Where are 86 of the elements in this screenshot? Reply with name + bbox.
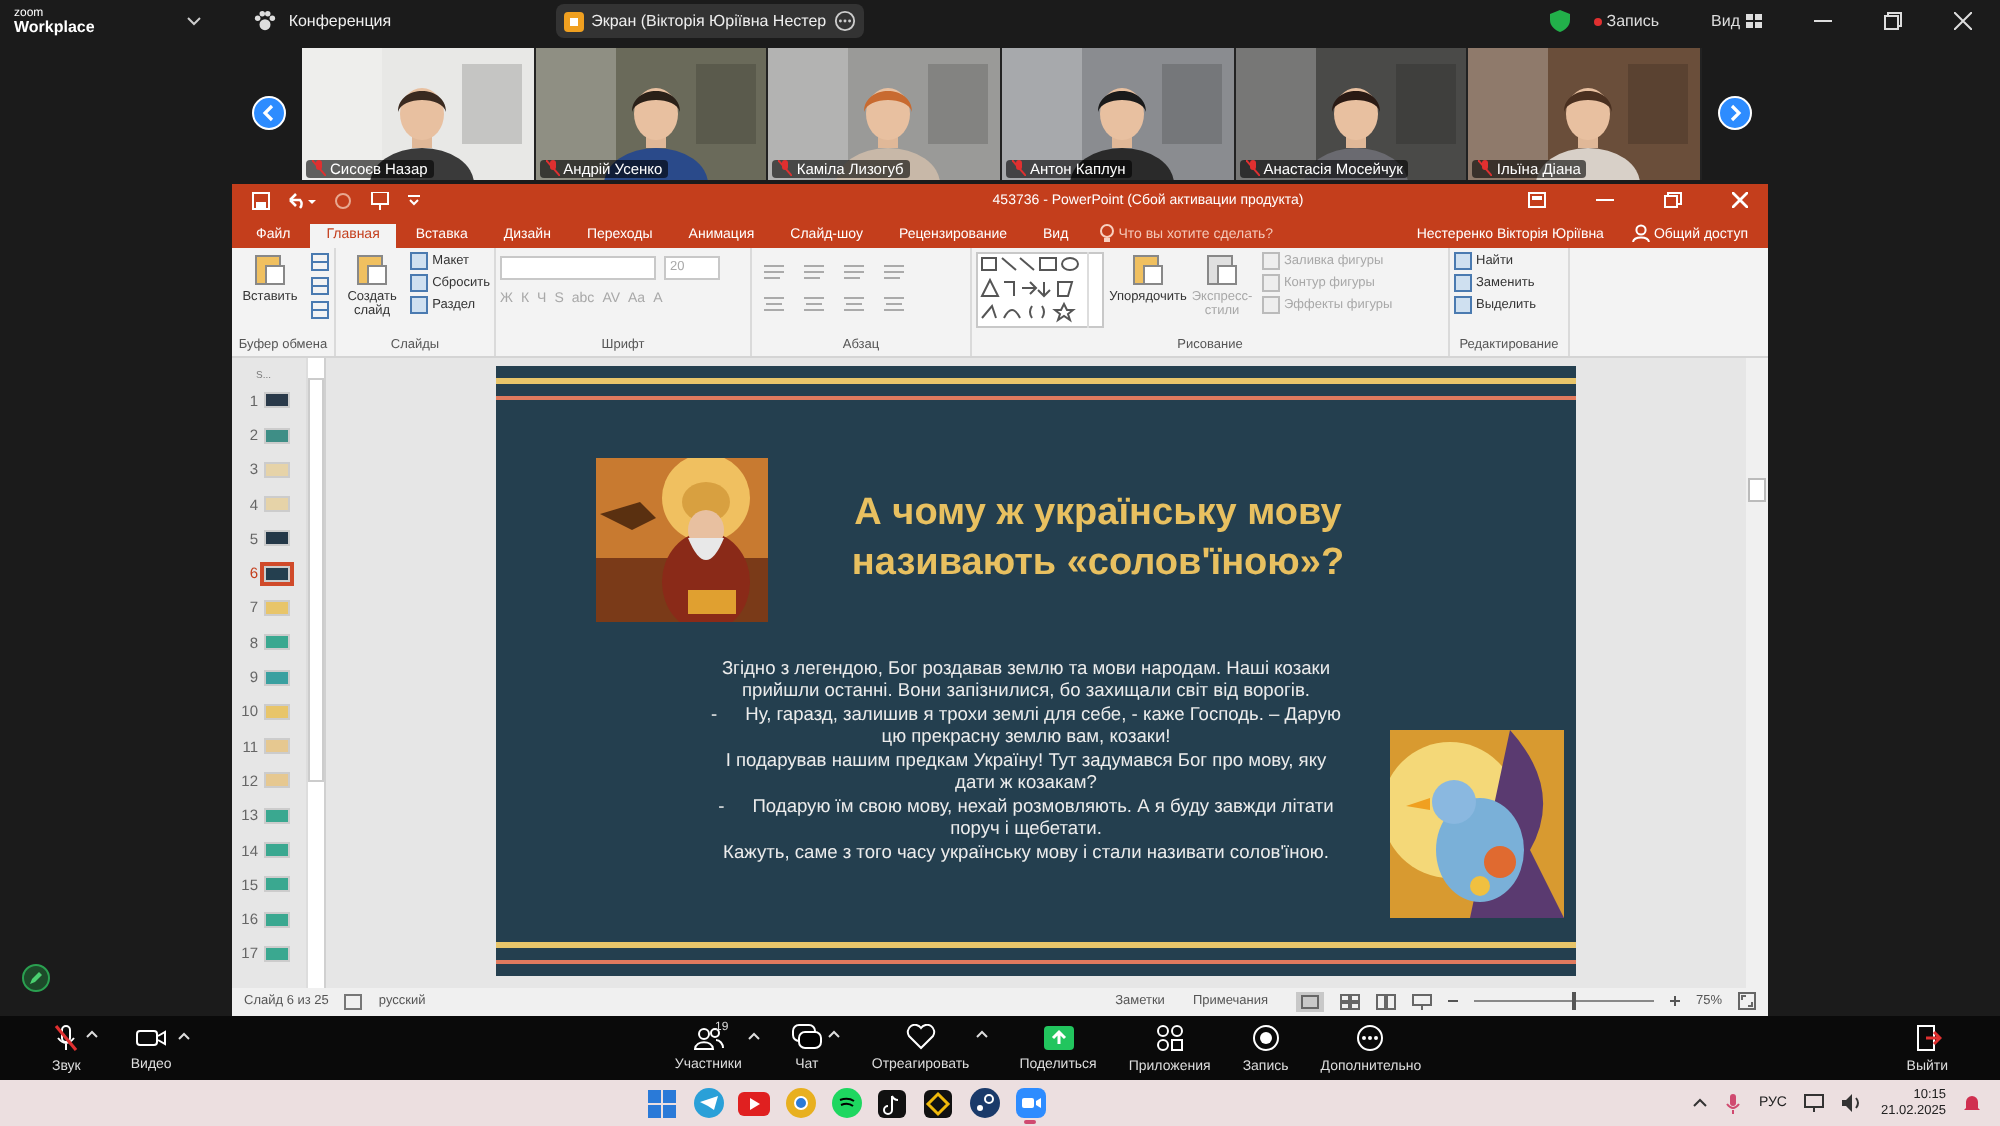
undo-icon[interactable] <box>288 191 316 210</box>
more-icon <box>1356 1023 1385 1052</box>
leave-icon <box>1913 1023 1942 1052</box>
bullet-dash: - <box>718 795 725 819</box>
lightbulb-icon <box>1100 223 1115 242</box>
slide-text-line: Подарую їм свою мову, нехай розмовляють. А я буду завжди літати <box>752 795 1334 819</box>
slide-thumbnail[interactable] <box>264 669 290 686</box>
heart-icon <box>905 1024 936 1051</box>
chat-icon <box>791 1024 822 1051</box>
slide-thumbnail[interactable] <box>264 461 290 478</box>
slide-text-line: Кажуть, саме з того часу українську мову і стали називати солов'їною. <box>723 841 1329 865</box>
close-icon[interactable] <box>1954 12 1972 31</box>
slide-text-line: Ну, гаразд, залишив я трохи землі для себе, - каже Господь. – Дарую <box>745 703 1341 727</box>
record-label[interactable]: Запись <box>1606 12 1660 31</box>
view-button[interactable]: Вид <box>1711 12 1740 31</box>
grid-icon[interactable] <box>1746 14 1762 29</box>
restore-icon[interactable] <box>1884 12 1902 31</box>
slide-thumbnail[interactable] <box>264 496 290 513</box>
chevron-up-icon[interactable] <box>1692 1098 1709 1109</box>
redo-icon[interactable] <box>334 191 352 210</box>
zoom-out-icon[interactable] <box>1447 996 1458 1007</box>
slide-text-line: поруч і щебетати. <box>950 818 1102 842</box>
slide-thumbnail[interactable] <box>264 945 290 962</box>
mic-icon[interactable] <box>1726 1093 1741 1114</box>
screen-share-pill[interactable]: Экран (Вікторія Юріївна Нестер <box>555 4 865 39</box>
scrollbar[interactable] <box>1746 357 1768 988</box>
fit-slide-icon[interactable] <box>1738 992 1756 1011</box>
slide-thumbnail[interactable] <box>264 634 290 651</box>
share-screen-icon <box>1043 1025 1074 1050</box>
slide-title: називають «солов'їною»? <box>851 539 1345 588</box>
camera-icon <box>136 1025 167 1050</box>
slide-thumbnail[interactable] <box>264 703 290 720</box>
font-name-field[interactable] <box>500 255 656 280</box>
slide-thumbnail[interactable] <box>264 427 290 443</box>
tool-icon[interactable] <box>310 299 330 320</box>
customize-icon[interactable] <box>408 194 420 207</box>
sorter-view-icon[interactable] <box>1339 993 1360 1010</box>
share-icon <box>563 11 584 32</box>
slide-thumbnail[interactable] <box>264 842 290 859</box>
pencil-icon[interactable] <box>22 963 50 992</box>
shapes-gallery[interactable] <box>976 251 1104 328</box>
slide-text-line: прийшли останні. Вони запізнилися, бо захищали світ від ворогів. <box>742 680 1310 704</box>
slide-text-line: цю прекрасну землю вам, козаки! <box>881 726 1171 750</box>
slide-thumbnail[interactable] <box>264 772 290 789</box>
record-icon <box>1251 1023 1280 1052</box>
paw-icon <box>254 10 277 33</box>
reading-view-icon[interactable] <box>1375 993 1396 1010</box>
slide-thumbnail[interactable] <box>264 599 290 616</box>
scrollbar[interactable] <box>306 357 324 988</box>
slide-thumbnail[interactable] <box>264 911 290 928</box>
tool-icon[interactable] <box>310 275 330 296</box>
slide-text-line: дати ж козакам? <box>955 772 1097 796</box>
slide-thumbnail[interactable] <box>264 876 290 893</box>
slide-thumbnail[interactable] <box>264 565 290 582</box>
caret-icon[interactable] <box>177 1031 190 1040</box>
more-icon[interactable] <box>834 10 857 33</box>
slide-thumbnail[interactable] <box>264 807 290 824</box>
slide-title: А чому ж українську мову <box>854 489 1342 538</box>
slide-thumbnail[interactable] <box>264 738 290 755</box>
zoom-slider-thumb[interactable] <box>1572 992 1577 1011</box>
speaker-icon[interactable] <box>1842 1094 1863 1113</box>
person-icon <box>1631 223 1650 242</box>
slide-thumbnail[interactable] <box>264 530 290 547</box>
monitor-icon[interactable] <box>1804 1094 1825 1113</box>
caret-icon[interactable] <box>975 1030 988 1039</box>
slide-text-line: І подарував нашим предкам Україну! Тут задумався Бог про мову, яку <box>725 749 1327 773</box>
slide-thumbnail[interactable] <box>264 392 290 409</box>
zoom-in-icon[interactable] <box>1669 996 1680 1007</box>
apps-icon <box>1155 1023 1184 1052</box>
chevron-icon[interactable] <box>186 16 203 27</box>
normal-view-icon[interactable] <box>1295 991 1324 1012</box>
spellcheck-icon <box>344 993 363 1010</box>
bullet-dash: - <box>711 703 718 727</box>
save-icon[interactable] <box>252 191 270 210</box>
meeting-title[interactable]: Конференция <box>288 12 392 31</box>
ribbon-display-icon[interactable] <box>1528 192 1546 209</box>
tool-icon[interactable] <box>310 251 330 272</box>
caret-icon[interactable] <box>747 1031 760 1040</box>
slideshow-icon[interactable] <box>1411 993 1432 1010</box>
slide-text-line: Згідно з легендою, Бог роздавав землю та мови народам. Наші козаки <box>721 657 1331 681</box>
bell-icon[interactable] <box>1964 1094 1981 1113</box>
people-icon <box>693 1025 724 1050</box>
shield-icon <box>1550 10 1571 33</box>
caret-icon[interactable] <box>827 1030 840 1039</box>
presentation-icon[interactable] <box>370 191 390 210</box>
caret-icon[interactable] <box>86 1029 99 1038</box>
